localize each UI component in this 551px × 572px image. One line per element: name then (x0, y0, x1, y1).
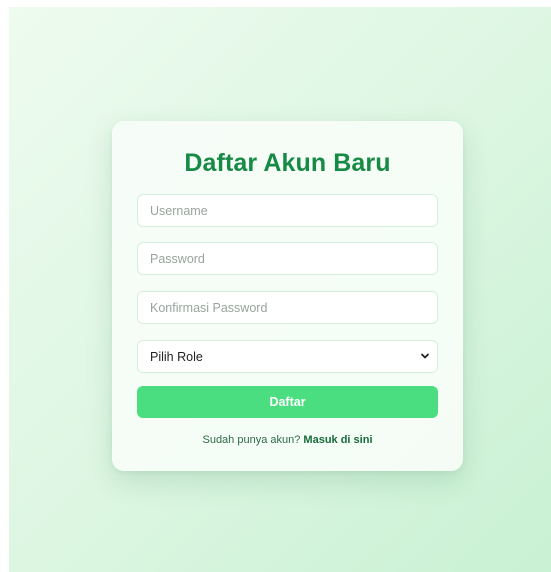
form-title: Daftar Akun Baru (184, 149, 391, 177)
register-card: Daftar Akun Baru Pilih Role Daftar Sudah… (112, 121, 463, 471)
login-link[interactable]: Masuk di sini (303, 434, 372, 446)
role-select-value: Pilih Role (150, 350, 203, 364)
confirm-password-input[interactable] (137, 291, 438, 324)
login-prompt-line: Sudah punya akun? Masuk di sini (112, 434, 463, 446)
password-input[interactable] (137, 242, 438, 275)
login-prompt-text: Sudah punya akun? (202, 434, 301, 446)
username-input[interactable] (137, 194, 438, 227)
register-button[interactable]: Daftar (137, 386, 438, 418)
chevron-down-icon (421, 353, 429, 359)
page-background: Daftar Akun Baru Pilih Role Daftar Sudah… (9, 7, 551, 572)
role-select[interactable]: Pilih Role (137, 340, 438, 373)
